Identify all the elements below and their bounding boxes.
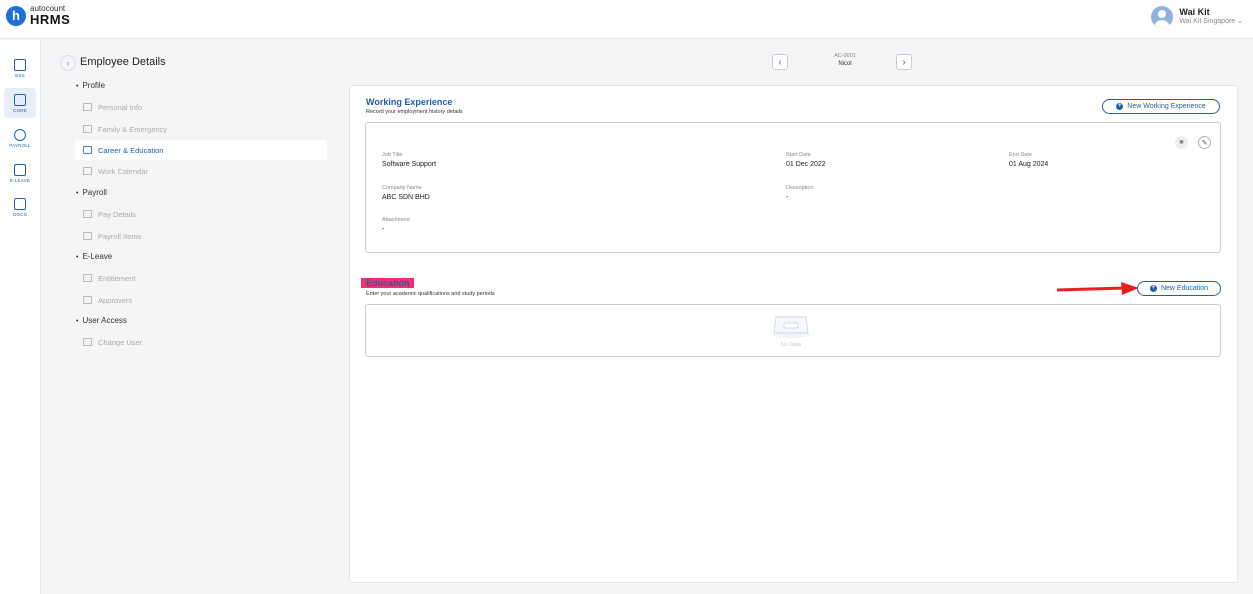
arrow-shaft	[1056, 286, 1126, 292]
rail-item-ess[interactable]: ESS	[4, 53, 36, 83]
nav-label: Entitlement	[98, 273, 136, 283]
plus-icon: +	[1116, 103, 1124, 110]
company-name-value: ABC SDN BHD	[382, 194, 430, 201]
nav-label: Personal Info	[98, 102, 143, 112]
rail-item-payroll[interactable]: PAYROLL	[4, 123, 36, 153]
rail-item-core[interactable]: CORE	[4, 88, 36, 118]
plus-icon: +	[1149, 285, 1157, 292]
attachment-value: -	[382, 226, 385, 233]
id-card-icon	[83, 103, 92, 111]
avatar	[1151, 6, 1174, 28]
new-education-button[interactable]: + New Education	[1137, 281, 1221, 296]
top-bar: h autocount HRMS Wai Kit Wai Kit Singapo…	[0, 0, 1253, 39]
next-employee-button[interactable]: ›	[896, 54, 912, 70]
empty-box-icon	[772, 316, 810, 338]
section-payroll: Payroll	[76, 188, 106, 197]
no-data-text: No Data	[780, 342, 802, 348]
nav-label: Family & Emergency	[98, 124, 168, 134]
nav-pay-details[interactable]: Pay Details	[75, 204, 327, 224]
job-title-value: Software Support	[382, 161, 437, 168]
bank-icon	[83, 210, 92, 218]
nav-change-user[interactable]: Change User	[75, 332, 327, 352]
page-title: Employee Details	[80, 56, 166, 68]
calendar-icon	[14, 163, 26, 176]
nav-label: Payroll Items	[98, 231, 142, 241]
family-icon	[83, 125, 92, 133]
start-date-value: 01 Dec 2022	[786, 161, 826, 168]
user-name: Wai Kit	[1179, 7, 1210, 18]
core-icon	[14, 93, 26, 106]
section-profile: Profile	[76, 81, 105, 90]
description-value: -	[786, 194, 789, 201]
rail-label: DOCS	[13, 211, 27, 217]
education-subtitle: Enter your academic qualifications and s…	[366, 291, 495, 297]
employee-code: AC-0001	[834, 53, 856, 59]
end-date-value: 01 Aug 2024	[1009, 161, 1049, 168]
nav-work-calendar[interactable]: Work Calendar	[75, 161, 327, 181]
education-title: Education	[366, 278, 410, 288]
user-org: Wai Kit Singapore ⌄	[1179, 18, 1243, 26]
nav-label: Approvers	[98, 295, 133, 305]
employee-name: Nicol	[838, 61, 852, 67]
user-icon	[83, 296, 92, 304]
pencil-icon[interactable]: ✎	[1198, 136, 1211, 149]
module-rail: ESS CORE PAYROLL E-LEAVE DOCS	[0, 40, 41, 594]
dollar-icon	[14, 128, 26, 141]
button-label: New Education	[1160, 285, 1209, 292]
nav-label: Work Calendar	[98, 166, 148, 176]
end-date-label: End Date	[1009, 152, 1032, 158]
calendar-icon	[83, 167, 92, 175]
ess-icon	[14, 58, 26, 71]
trash-icon[interactable]: ■	[1175, 136, 1188, 149]
section-user-access: User Access	[76, 316, 126, 325]
calendar-icon	[83, 274, 92, 282]
start-date-label: Start Date	[786, 152, 811, 158]
red-arrow-icon	[1056, 282, 1139, 295]
prev-employee-button[interactable]: ‹	[772, 54, 788, 70]
nav-payroll-items[interactable]: Payroll Items	[75, 226, 327, 246]
nav-label: Change User	[98, 337, 143, 347]
app-logo[interactable]: h autocount HRMS	[6, 5, 70, 26]
rail-label: E-LEAVE	[9, 177, 31, 183]
nav-family-emergency[interactable]: Family & Emergency	[75, 119, 327, 139]
new-working-experience-button[interactable]: + New Working Experience	[1102, 99, 1220, 114]
logo-mark-icon: h	[6, 5, 26, 26]
user-icon	[83, 338, 92, 346]
section-eleave: E-Leave	[76, 252, 112, 261]
working-experience-subtitle: Record your employment history details	[366, 109, 463, 115]
briefcase-icon	[83, 146, 92, 154]
user-menu[interactable]: Wai Kit Wai Kit Singapore ⌄	[1151, 6, 1243, 28]
logo-bottom-text: HRMS	[30, 12, 71, 27]
description-label: Description	[786, 185, 814, 191]
button-label: New Working Experience	[1127, 103, 1206, 110]
company-name-label: Company Name	[382, 185, 422, 191]
job-title-label: Job Title	[382, 152, 403, 158]
nav-label: Pay Details	[98, 209, 136, 219]
rail-item-eleave[interactable]: E-LEAVE	[4, 158, 36, 188]
rail-item-docs[interactable]: DOCS	[4, 192, 36, 222]
rail-label: PAYROLL	[9, 142, 31, 148]
working-experience-title: Working Experience	[366, 97, 453, 107]
list-icon	[83, 232, 92, 240]
nav-career-education[interactable]: Career & Education	[75, 140, 327, 160]
back-button[interactable]: ‹	[60, 55, 76, 71]
rail-label: CORE	[13, 107, 27, 113]
nav-approvers[interactable]: Approvers	[75, 290, 327, 310]
nav-personal-info[interactable]: Personal Info	[75, 97, 327, 117]
employee-subnav: ‹ Employee Details Profile Personal Info…	[56, 40, 336, 594]
document-icon	[14, 197, 26, 210]
nav-entitlement[interactable]: Entitlement	[75, 268, 327, 288]
attachment-label: Attachment	[382, 217, 410, 223]
rail-label: ESS	[15, 72, 25, 78]
nav-label: Career & Education	[98, 145, 164, 155]
